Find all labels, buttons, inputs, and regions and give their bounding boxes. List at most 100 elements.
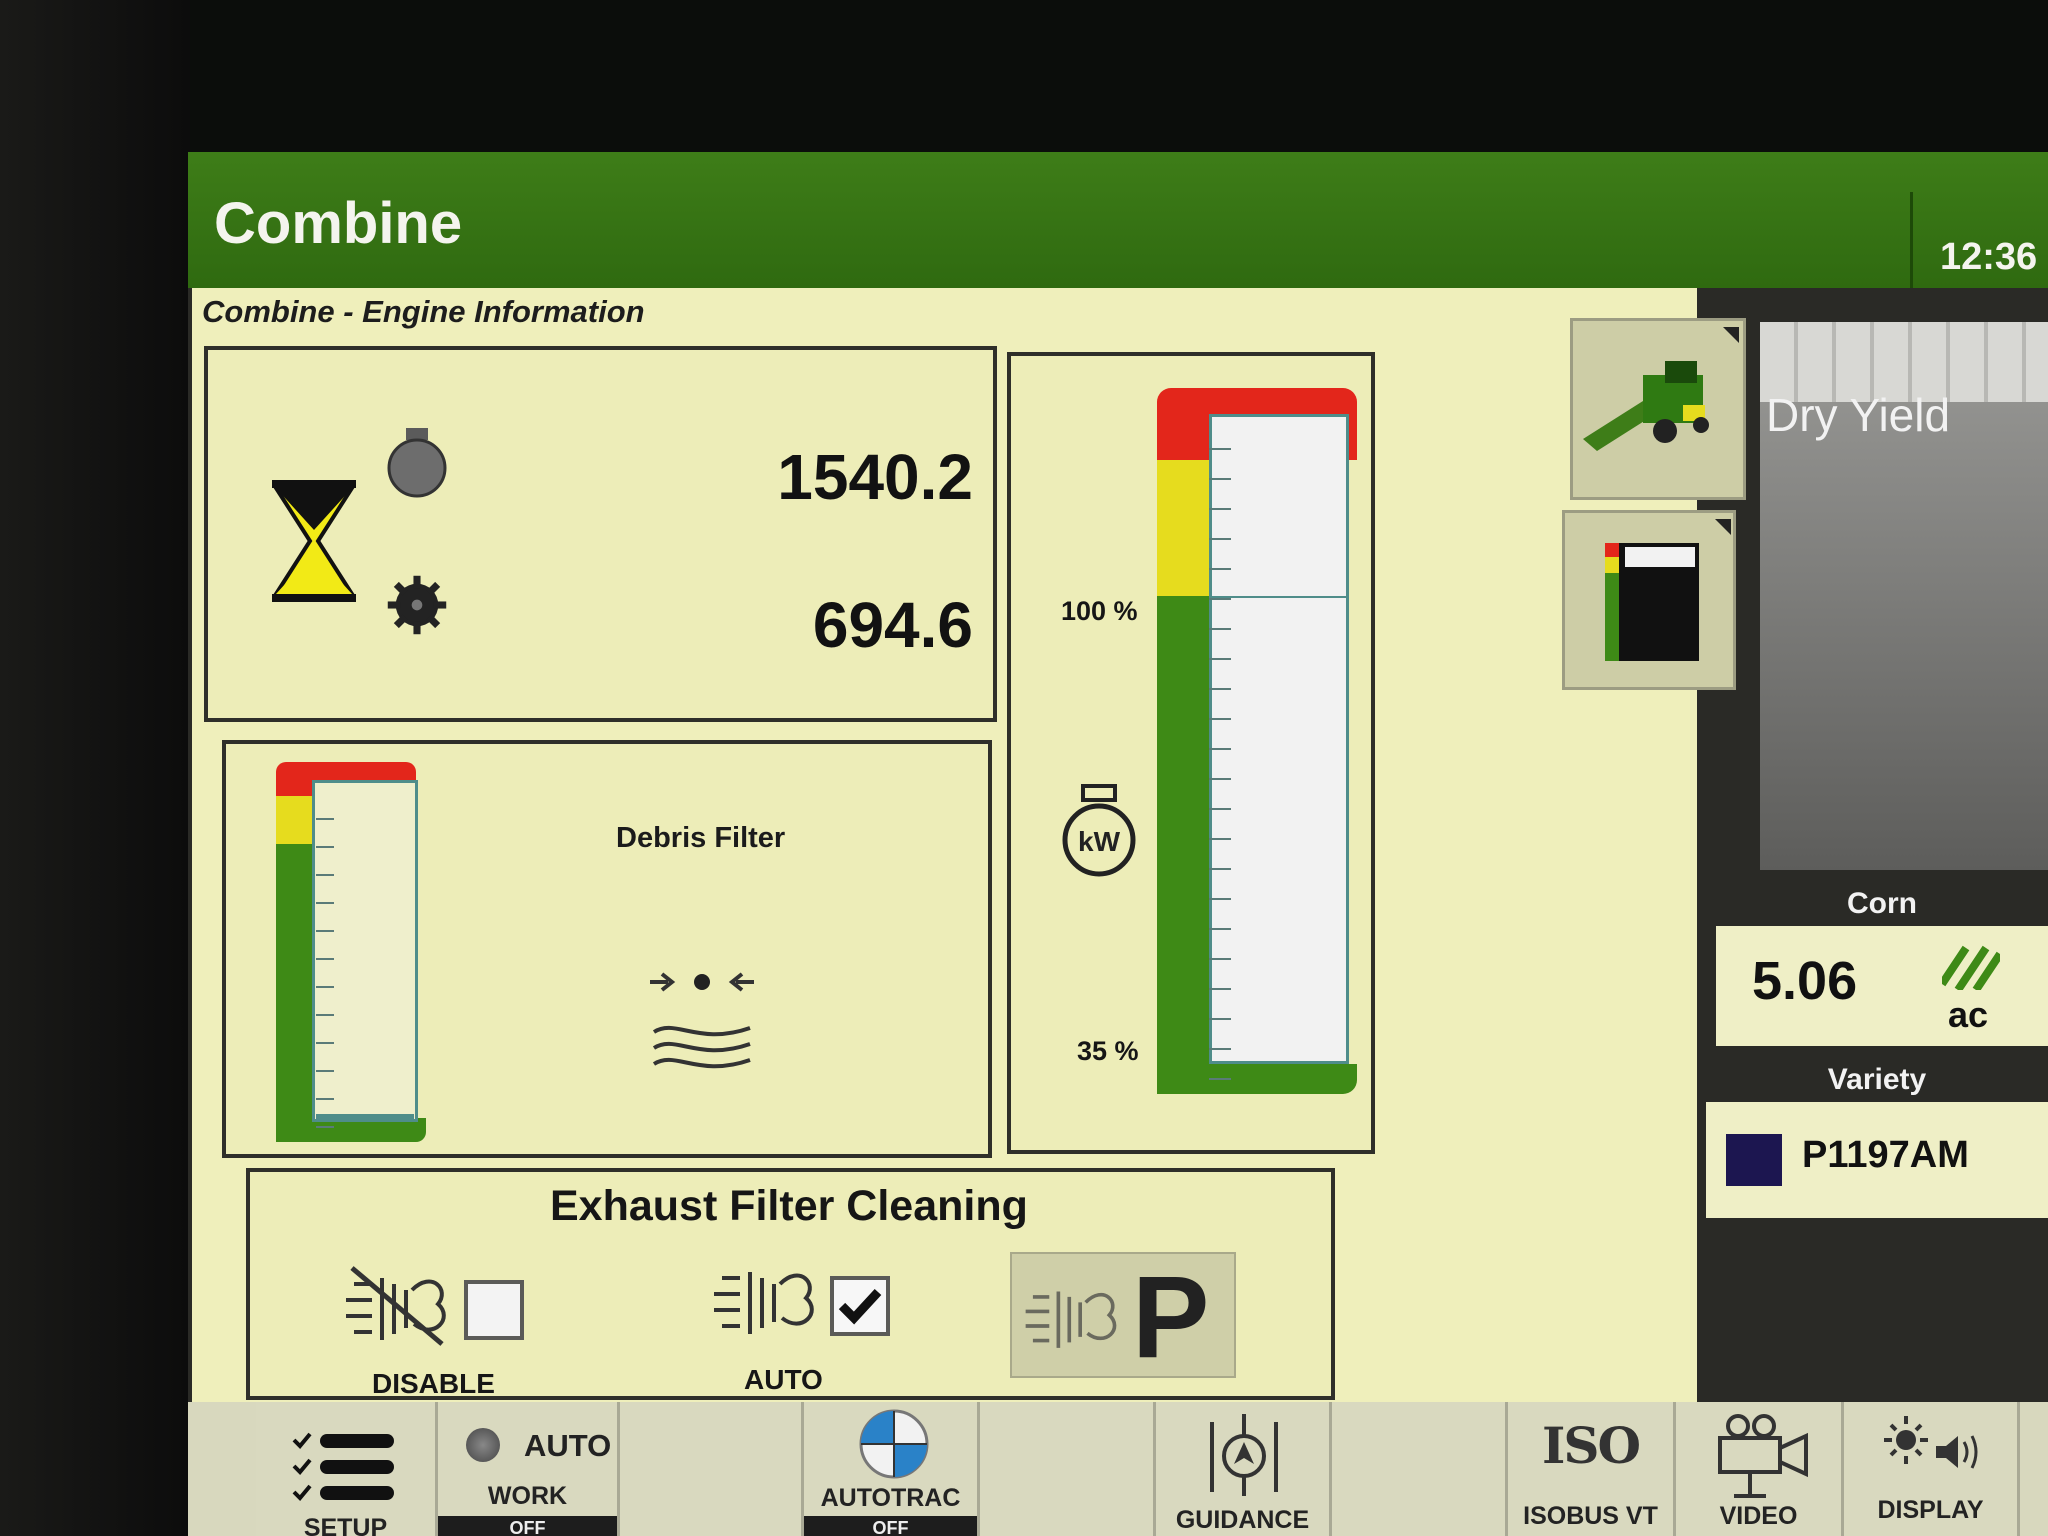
gauge-tick <box>316 902 334 904</box>
clock: 12:36 <box>1940 236 2038 278</box>
exhaust-filter-panel: Exhaust Filter Cleaning DISABLE AUTO P <box>246 1168 1335 1400</box>
gauge-tick <box>1209 928 1231 930</box>
gauge-tick <box>1209 538 1231 540</box>
gauge-tick <box>1209 808 1231 810</box>
dry-yield-map[interactable]: Dry Yield <box>1760 322 2048 870</box>
gauge-tick <box>316 1126 334 1128</box>
gauge-tick <box>1209 748 1231 750</box>
separator-hours-icon <box>387 575 447 635</box>
auto-checkbox[interactable] <box>830 1276 890 1336</box>
gauge-view-button[interactable] <box>1562 510 1736 690</box>
autotrac-icon <box>859 1409 929 1479</box>
svg-text:kW: kW <box>1078 826 1121 857</box>
debris-filter-label: Debris Filter <box>616 822 786 854</box>
gauge-tick <box>1209 718 1231 720</box>
clock-divider <box>1910 192 1913 288</box>
guidance-label: GUIDANCE <box>1175 1506 1310 1534</box>
guidance-icon <box>1210 1414 1278 1496</box>
display-button[interactable]: DISPLAY <box>1844 1402 2020 1536</box>
gauge-tick <box>316 1070 334 1072</box>
gauge-tick <box>1209 448 1231 450</box>
work-auto-state: AUTO <box>524 1428 612 1463</box>
combine-machine-icon <box>1583 327 1739 451</box>
dry-yield-title: Dry Yield <box>1766 389 1951 441</box>
debris-filter-icon <box>650 972 754 1069</box>
gauge-tick <box>316 1042 334 1044</box>
gauge-tick <box>316 846 334 848</box>
disable-label: DISABLE <box>372 1368 495 1399</box>
gauge-tick <box>1209 598 1231 600</box>
video-button[interactable]: VIDEO <box>1676 1402 1844 1536</box>
exhaust-park-button[interactable]: P <box>1010 1252 1236 1382</box>
engine-hours-value: 1540.2 <box>777 441 973 513</box>
isobus-vt-label: ISOBUS VT <box>1523 1502 1658 1530</box>
gauge-tick <box>1209 688 1231 690</box>
variety-color-swatch <box>1726 1134 1782 1186</box>
gauge-tick <box>1209 478 1231 480</box>
separator-hours-value: 694.6 <box>812 589 973 661</box>
debris-filter-gauge <box>276 762 426 1142</box>
autotrac-status: OFF <box>804 1516 977 1536</box>
display-screen: Combine 12:36 Combine - Engine Informati… <box>188 152 2048 1536</box>
kw-engine-icon: kW <box>1062 784 1136 877</box>
gauge-tick <box>1209 628 1231 630</box>
gauge-tick <box>1209 1018 1231 1020</box>
crop-name: Corn <box>1716 882 2048 926</box>
exhaust-filter-title: Exhaust Filter Cleaning <box>550 1182 1028 1230</box>
display-brightness-volume-icon <box>1884 1416 1978 1469</box>
exhaust-disable-icon <box>346 1266 446 1346</box>
device-bezel <box>0 0 190 1536</box>
gauge-tick <box>1209 508 1231 510</box>
crop-area-card[interactable]: Corn 5.06 ac <box>1716 882 2048 1046</box>
variety-name: P1197AM <box>1802 1134 1969 1176</box>
area-hatch-icon <box>1942 945 2000 990</box>
autotrac-button[interactable]: AUTOTRAC OFF <box>804 1402 980 1536</box>
gauge-tick <box>1209 988 1231 990</box>
engine-hours-panel: 1540.2 694.6 <box>204 346 997 722</box>
gauge-tick <box>1209 838 1231 840</box>
bottom-toolbar: SETUP AUTO WORK OFF AUTOTRAC OFF GUIDANC… <box>188 1402 2048 1536</box>
blank-toolbar-slot-3 <box>1332 1402 1508 1536</box>
setup-label: SETUP <box>303 1514 388 1536</box>
gauge-tick <box>1209 868 1231 870</box>
checkmark-icon <box>838 1288 882 1325</box>
gauge-tick <box>1209 778 1231 780</box>
blank-toolbar-slot-1 <box>620 1402 804 1536</box>
variety-card[interactable]: Variety P1197AM <box>1706 1058 2048 1218</box>
exhaust-auto-icon <box>714 1272 814 1334</box>
gauge-tick <box>316 1014 334 1016</box>
gauge-tick <box>1209 1048 1231 1050</box>
engine-hours-icon <box>387 428 447 498</box>
video-camera-icon <box>1718 1414 1808 1498</box>
power-100-label: 100 % <box>1061 596 1138 626</box>
blank-toolbar-slot-2 <box>980 1402 1156 1536</box>
gauge-tick <box>1209 568 1231 570</box>
crop-area-value: 5.06 <box>1752 951 1858 1011</box>
gauge-tick <box>316 930 334 932</box>
exhaust-park-icon <box>1025 1291 1117 1348</box>
guidance-button[interactable]: GUIDANCE <box>1156 1402 1332 1536</box>
work-status: OFF <box>438 1516 617 1536</box>
setup-button[interactable]: SETUP <box>256 1402 438 1536</box>
engine-power-panel: 100 % 35 % kW <box>1007 352 1375 1154</box>
debris-filter-panel: Debris Filter <box>222 740 992 1158</box>
gauge-tick <box>1209 898 1231 900</box>
work-status-indicator-icon <box>466 1428 500 1462</box>
park-letter: P <box>1132 1252 1210 1382</box>
disable-checkbox[interactable] <box>464 1280 524 1340</box>
hourglass-icon <box>272 480 356 602</box>
work-button[interactable]: AUTO WORK OFF <box>438 1402 620 1536</box>
auto-label: AUTO <box>744 1364 823 1395</box>
gauge-tick <box>1209 658 1231 660</box>
gauge-tick <box>316 958 334 960</box>
autotrac-label: AUTOTRAC <box>820 1484 961 1512</box>
page-subtitle: Combine - Engine Information <box>202 294 645 329</box>
gauge-tick <box>1209 1078 1231 1080</box>
variety-header: Variety <box>1706 1058 2048 1102</box>
work-label: WORK <box>487 1482 568 1510</box>
gauge-tick <box>316 818 334 820</box>
gauge-tick <box>1209 958 1231 960</box>
isobus-vt-button[interactable]: ISO ISOBUS VT <box>1508 1402 1676 1536</box>
title-bar: Combine 12:36 <box>188 152 2048 288</box>
combine-view-button[interactable] <box>1570 318 1746 500</box>
